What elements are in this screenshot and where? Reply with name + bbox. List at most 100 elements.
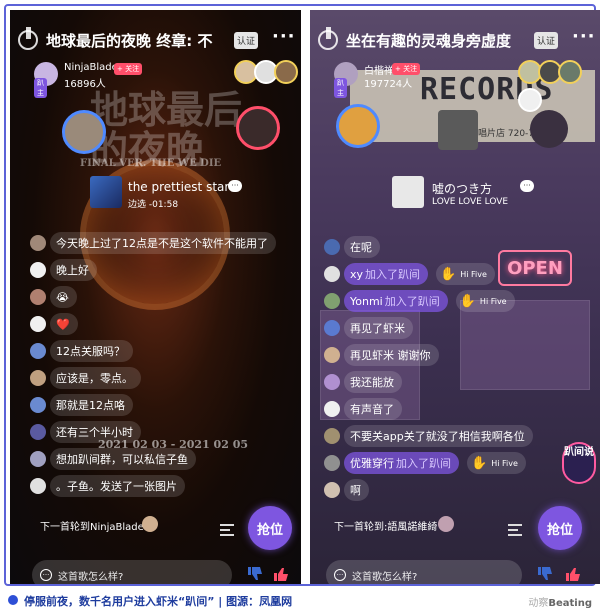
chat-avatar[interactable]	[324, 320, 340, 336]
next-singer-avatar[interactable]	[438, 516, 454, 532]
background-shelf	[460, 300, 590, 390]
queue-icon[interactable]	[508, 524, 522, 536]
performer-avatar[interactable]	[336, 104, 380, 148]
join-notice: xy 加入了趴间	[344, 263, 429, 285]
hi-five-button[interactable]: ✋ Hi Five	[455, 290, 515, 312]
chat-avatar[interactable]	[324, 347, 340, 363]
chat-text: 再见了虾米	[344, 317, 413, 339]
chat-avatar[interactable]	[324, 293, 340, 309]
chat-avatar[interactable]	[324, 239, 340, 255]
room-title: 地球最后的夜晚 终章: 不	[46, 32, 213, 50]
chat-icon: ···	[40, 569, 52, 581]
chat-avatar[interactable]	[324, 266, 340, 282]
join-user-name: 优雅穿行	[350, 457, 394, 470]
next-singer-avatar[interactable]	[142, 516, 158, 532]
chat-avatar[interactable]	[30, 316, 46, 332]
follow-button[interactable]: + 关注	[114, 63, 143, 75]
more-icon[interactable]: ···	[272, 26, 296, 47]
dislike-icon[interactable]	[246, 565, 264, 583]
chat-avatar[interactable]	[30, 289, 46, 305]
chat-avatar[interactable]	[30, 235, 46, 251]
host-tag: 趴主	[34, 78, 47, 98]
dislike-icon[interactable]	[536, 565, 554, 583]
performer-avatar[interactable]	[236, 106, 280, 150]
chat-avatar[interactable]	[30, 370, 46, 386]
chat-text: 想加趴间群，可以私信子鱼	[50, 448, 196, 470]
hi-five-button[interactable]: ✋ Hi Five	[436, 263, 495, 285]
chat-message: 今天晚上过了12点是不是这个软件不能用了	[30, 232, 276, 254]
listener-avatars[interactable]	[234, 60, 298, 86]
join-user-name: xy	[350, 267, 364, 281]
more-icon[interactable]: ···	[572, 26, 596, 47]
chat-message: 那就是12点咯	[30, 394, 133, 416]
song-artist: LOVE LOVE LOVE	[432, 197, 509, 207]
hi-five-button[interactable]: ✋ Hi Five	[467, 452, 526, 474]
chat-avatar[interactable]	[324, 401, 340, 417]
hand-icon: ✋	[471, 455, 488, 471]
chat-message: 我还能放	[324, 371, 402, 393]
chat-text: 在呢	[344, 236, 380, 258]
verified-badge: 认证	[234, 32, 259, 49]
listener-avatar[interactable]	[558, 60, 582, 84]
follow-button[interactable]: + 关注	[392, 63, 421, 75]
hi-five-label: Hi Five	[460, 269, 487, 279]
chat-avatar[interactable]	[324, 455, 340, 471]
background-open-sign: OPEN	[498, 250, 572, 286]
listener-avatars[interactable]	[518, 60, 600, 112]
grab-slot-button[interactable]: 抢位	[538, 506, 582, 550]
chat-message: 不要关app关了就没了相信我啊各位	[324, 425, 533, 447]
chat-message: 。子鱼。发送了一张图片	[30, 475, 185, 497]
join-user-name: Yonmi	[350, 294, 383, 308]
queue-icon[interactable]	[220, 524, 234, 536]
left-phone-screen: 地球最后的夜晚 FINAL VER. THE WE DIE 2021 02 03…	[10, 10, 301, 584]
chat-message: Yonmi 加入了趴间 ✋ Hi Five	[324, 290, 515, 312]
chat-message: 想加趴间群，可以私信子鱼	[30, 448, 196, 470]
song-progress: 边选 -01:58	[128, 200, 179, 210]
chat-text: 我还能放	[344, 371, 402, 393]
chat-text: 有声音了	[344, 398, 402, 420]
hi-five-label: Hi Five	[491, 458, 518, 468]
right-phone-screen: RECORDS 虾米唱片店 720-7 OPEN 坐在有趣的灵魂身旁虚度 认证 …	[310, 10, 600, 584]
chat-avatar[interactable]	[324, 428, 340, 444]
performer-avatar[interactable]	[530, 110, 568, 148]
power-icon[interactable]	[18, 27, 38, 50]
chat-avatar[interactable]	[30, 343, 46, 359]
chat-avatar[interactable]	[30, 478, 46, 494]
chat-text: 那就是12点咯	[50, 394, 133, 416]
chat-avatar[interactable]	[30, 424, 46, 440]
host-tag: 趴主	[334, 78, 347, 98]
like-icon[interactable]	[564, 565, 582, 583]
chat-avatar[interactable]	[30, 262, 46, 278]
song-title: 嘘のつき方	[432, 182, 493, 196]
chat-message: 12点关服吗？	[30, 340, 133, 362]
listener-count: 197724人	[364, 79, 413, 90]
chat-message: 还有三个半小时	[30, 421, 141, 443]
comment-input[interactable]: ··· 这首歌怎么样?	[32, 560, 232, 584]
chat-text: 😭	[50, 286, 77, 308]
grab-slot-button[interactable]: 抢位	[248, 506, 292, 550]
like-icon[interactable]	[272, 565, 290, 583]
chat-text: 还有三个半小时	[50, 421, 141, 443]
comment-placeholder: 这首歌怎么样?	[58, 571, 124, 583]
brand-light: 动察	[528, 598, 549, 609]
pa-room-talk-badge[interactable]: 趴间说	[562, 442, 596, 484]
performer-avatar[interactable]	[62, 110, 106, 154]
chat-icon: ···	[334, 569, 346, 581]
performer-avatar[interactable]	[438, 110, 478, 150]
listener-avatar[interactable]	[274, 60, 298, 84]
chat-avatar[interactable]	[324, 482, 340, 498]
power-icon[interactable]	[318, 27, 338, 50]
comment-icon[interactable]: ···	[520, 180, 534, 192]
chat-message: 😭	[30, 286, 77, 308]
comment-input[interactable]: ··· 这首歌怎么样?	[326, 560, 522, 584]
chat-avatar[interactable]	[30, 397, 46, 413]
verified-badge: 认证	[534, 32, 559, 49]
comment-icon[interactable]: ···	[228, 180, 242, 192]
room-header: 坐在有趣的灵魂身旁虚度 认证 ···	[310, 24, 600, 58]
song-cover[interactable]	[90, 176, 122, 208]
song-cover[interactable]	[392, 176, 424, 208]
chat-avatar[interactable]	[30, 451, 46, 467]
chat-avatar[interactable]	[324, 374, 340, 390]
listener-avatar[interactable]	[518, 88, 542, 112]
chat-message: 优雅穿行 加入了趴间 ✋ Hi Five	[324, 452, 526, 474]
